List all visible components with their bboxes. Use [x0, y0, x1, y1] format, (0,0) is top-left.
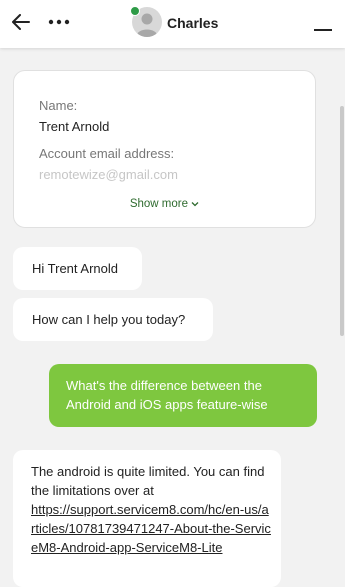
chat-header: Charles: [0, 0, 345, 48]
more-icon[interactable]: [47, 12, 71, 32]
scrollbar-thumb[interactable]: [340, 106, 344, 336]
email-label: Account email address:: [39, 146, 175, 161]
show-more-button[interactable]: Show more: [14, 198, 315, 210]
name-value: Trent Arnold: [39, 119, 110, 134]
message-text: What's the difference between the Androi…: [66, 378, 268, 412]
support-article-link[interactable]: https://support.servicem8.com/hc/en-us/a…: [31, 502, 271, 555]
back-arrow-icon[interactable]: [11, 12, 31, 32]
customer-info-card: Name: Trent Arnold Account email address…: [13, 70, 316, 228]
agent-message: How can I help you today?: [13, 298, 213, 341]
agent-message: The android is quite limited. You can fi…: [13, 450, 281, 587]
show-more-label: Show more: [129, 198, 188, 210]
message-text: How can I help you today?: [32, 312, 186, 327]
agent-name: Charles: [167, 15, 219, 31]
scrollbar[interactable]: [339, 48, 345, 587]
minimize-icon[interactable]: [314, 29, 332, 31]
chevron-down-icon: [191, 202, 199, 207]
online-status-indicator: [130, 6, 140, 16]
agent-message: Hi Trent Arnold: [13, 247, 142, 290]
user-message: What's the difference between the Androi…: [49, 364, 317, 427]
message-text: The android is quite limited. You can fi…: [31, 464, 265, 498]
message-text: Hi Trent Arnold: [32, 261, 118, 276]
email-value: remotewize@gmail.com: [39, 167, 178, 182]
name-label: Name:: [39, 98, 78, 113]
